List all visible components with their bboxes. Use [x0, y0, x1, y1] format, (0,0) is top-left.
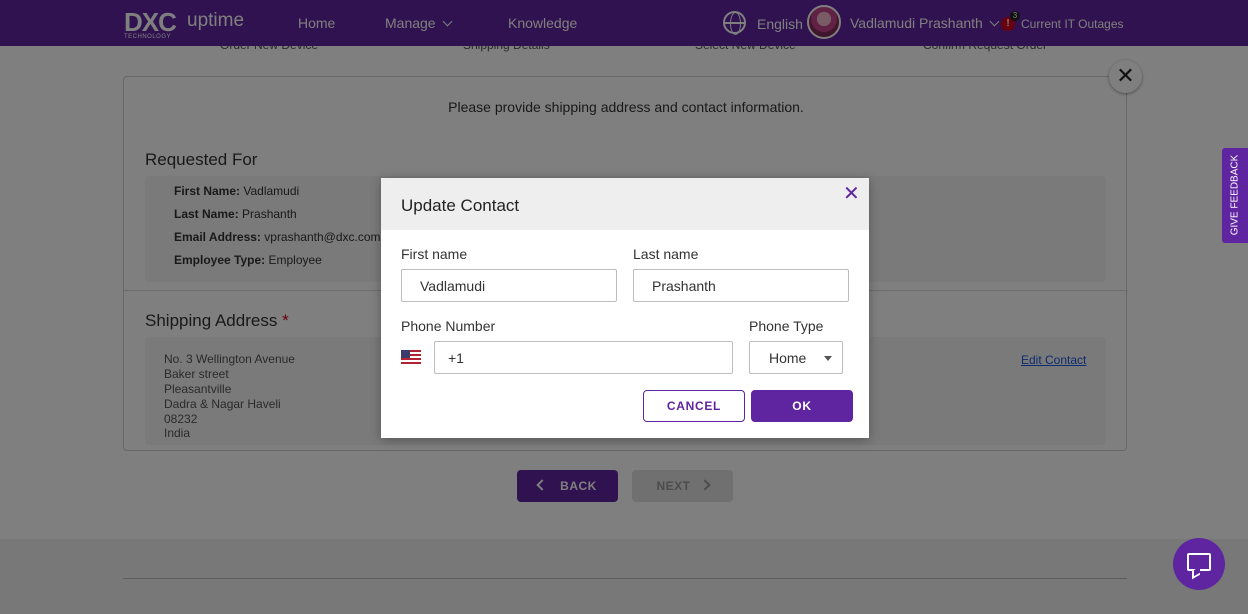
- give-feedback-tab[interactable]: GIVE FEEDBACK: [1222, 148, 1248, 243]
- dialog-header: Update Contact ✕: [381, 178, 869, 230]
- chat-bubble-icon: [1187, 553, 1211, 571]
- phone-number-input[interactable]: [434, 341, 733, 374]
- phone-type-select[interactable]: Home: [749, 341, 843, 374]
- first-name-label: First name: [401, 246, 468, 262]
- first-name-input[interactable]: [401, 269, 617, 302]
- dialog-title: Update Contact: [401, 196, 520, 215]
- update-contact-dialog: Update Contact ✕ First name Last name Ph…: [381, 178, 869, 438]
- phone-number-label: Phone Number: [401, 318, 496, 334]
- ok-button[interactable]: OK: [751, 390, 853, 422]
- close-icon[interactable]: ✕: [843, 184, 860, 204]
- phone-type-label: Phone Type: [749, 318, 824, 334]
- chat-button[interactable]: [1173, 538, 1225, 590]
- us-flag-icon[interactable]: [401, 350, 421, 364]
- phone-type-value: Home: [769, 350, 807, 366]
- last-name-input[interactable]: [633, 269, 849, 302]
- caret-down-icon: [824, 356, 832, 361]
- last-name-label: Last name: [633, 246, 699, 262]
- cancel-button[interactable]: CANCEL: [643, 390, 745, 422]
